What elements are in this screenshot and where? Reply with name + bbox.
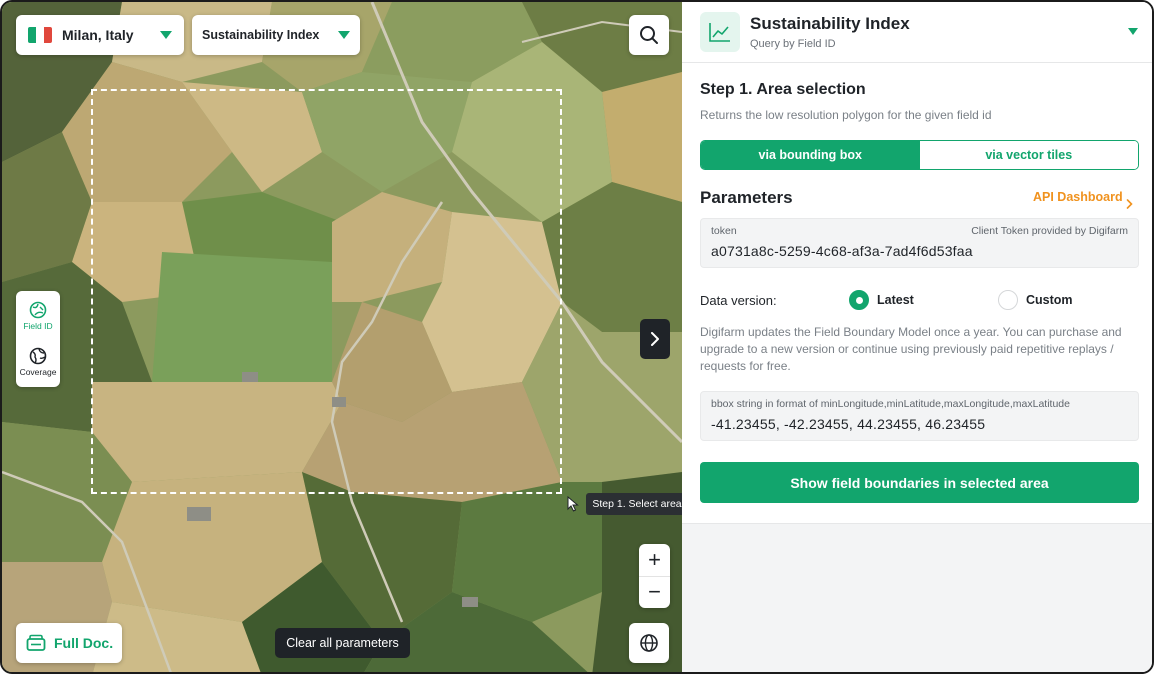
map-view[interactable]: Milan, Italy Sustainability Index Field … <box>2 2 682 672</box>
data-version-label: Data version: <box>700 293 777 308</box>
zoom-out-button[interactable]: − <box>639 577 670 609</box>
chevron-down-icon <box>338 31 350 39</box>
step-tooltip: Step 1. Select area <box>586 493 682 515</box>
tool-coverage[interactable]: Coverage <box>16 339 60 385</box>
tool-field-id-label: Field ID <box>23 321 53 331</box>
search-button[interactable] <box>629 15 669 55</box>
location-select[interactable]: Milan, Italy <box>16 15 184 55</box>
panel-subtitle: Query by Field ID <box>750 38 836 50</box>
zoom-in-button[interactable]: + <box>639 544 670 577</box>
radio-latest[interactable]: Latest <box>849 290 914 310</box>
italy-flag-icon <box>28 27 52 43</box>
document-stack-icon <box>26 634 46 651</box>
coverage-icon <box>29 347 47 365</box>
radio-checked-icon[interactable] <box>849 290 869 310</box>
map-style-button[interactable] <box>629 623 669 663</box>
radio-latest-label: Latest <box>877 293 914 307</box>
full-doc-button[interactable]: Full Doc. <box>16 623 122 663</box>
app-window: Milan, Italy Sustainability Index Field … <box>0 0 1154 674</box>
token-hint: Client Token provided by Digifarm <box>971 225 1128 237</box>
area-selection-box[interactable] <box>91 89 562 494</box>
show-field-boundaries-button[interactable]: Show field boundaries in selected area <box>700 462 1139 503</box>
chevron-down-icon[interactable] <box>1128 28 1138 35</box>
search-icon <box>640 26 658 44</box>
location-label: Milan, Italy <box>62 27 134 43</box>
panel-title: Sustainability Index <box>750 14 910 33</box>
chevron-down-icon <box>160 31 172 39</box>
api-dashboard-link[interactable]: API Dashboard <box>1033 190 1123 204</box>
chevron-right-icon <box>651 332 659 346</box>
bbox-value[interactable]: -41.23455, -42.23455, 44.23455, 46.23455 <box>711 416 985 432</box>
clear-parameters-button[interactable]: Clear all parameters <box>275 628 410 658</box>
token-field[interactable]: token Client Token provided by Digifarm … <box>700 218 1139 268</box>
zoom-control: + − <box>639 544 670 608</box>
version-info-text: Digifarm updates the Field Boundary Mode… <box>700 325 1122 373</box>
tool-field-id[interactable]: Field ID <box>16 293 60 339</box>
index-select[interactable]: Sustainability Index <box>192 15 360 55</box>
panel-header[interactable]: Sustainability Index Query by Field ID <box>682 2 1152 63</box>
tab-bounding-box[interactable]: via bounding box <box>701 141 920 169</box>
map-tools: Field ID Coverage <box>16 291 60 387</box>
field-id-icon <box>29 301 47 319</box>
expand-panel-button[interactable] <box>640 319 670 359</box>
tab-vector-tiles[interactable]: via vector tiles <box>919 141 1138 169</box>
full-doc-label: Full Doc. <box>54 635 114 651</box>
tool-coverage-label: Coverage <box>19 367 57 377</box>
chevron-right-icon[interactable] <box>1126 199 1133 209</box>
radio-custom[interactable]: Custom <box>998 290 1073 310</box>
cursor-icon <box>567 496 579 512</box>
step-description: Returns the low resolution polygon for t… <box>700 108 992 122</box>
index-select-label: Sustainability Index <box>202 28 320 42</box>
selection-mode-toggle: via bounding box via vector tiles <box>700 140 1139 170</box>
step-title: Step 1. Area selection <box>700 81 866 98</box>
query-panel: Sustainability Index Query by Field ID S… <box>682 2 1152 672</box>
line-chart-icon <box>700 12 740 52</box>
globe-icon <box>640 634 658 652</box>
bbox-field[interactable]: bbox string in format of minLongitude,mi… <box>700 391 1139 441</box>
bbox-label: bbox string in format of minLongitude,mi… <box>711 398 1070 410</box>
panel-body: Step 1. Area selection Returns the low r… <box>682 63 1152 524</box>
token-label: token <box>711 225 737 237</box>
radio-unchecked-icon[interactable] <box>998 290 1018 310</box>
radio-custom-label: Custom <box>1026 293 1073 307</box>
parameters-heading: Parameters <box>700 188 793 207</box>
token-value[interactable]: a0731a8c-5259-4c68-af3a-7ad4f6d53faa <box>711 243 973 259</box>
